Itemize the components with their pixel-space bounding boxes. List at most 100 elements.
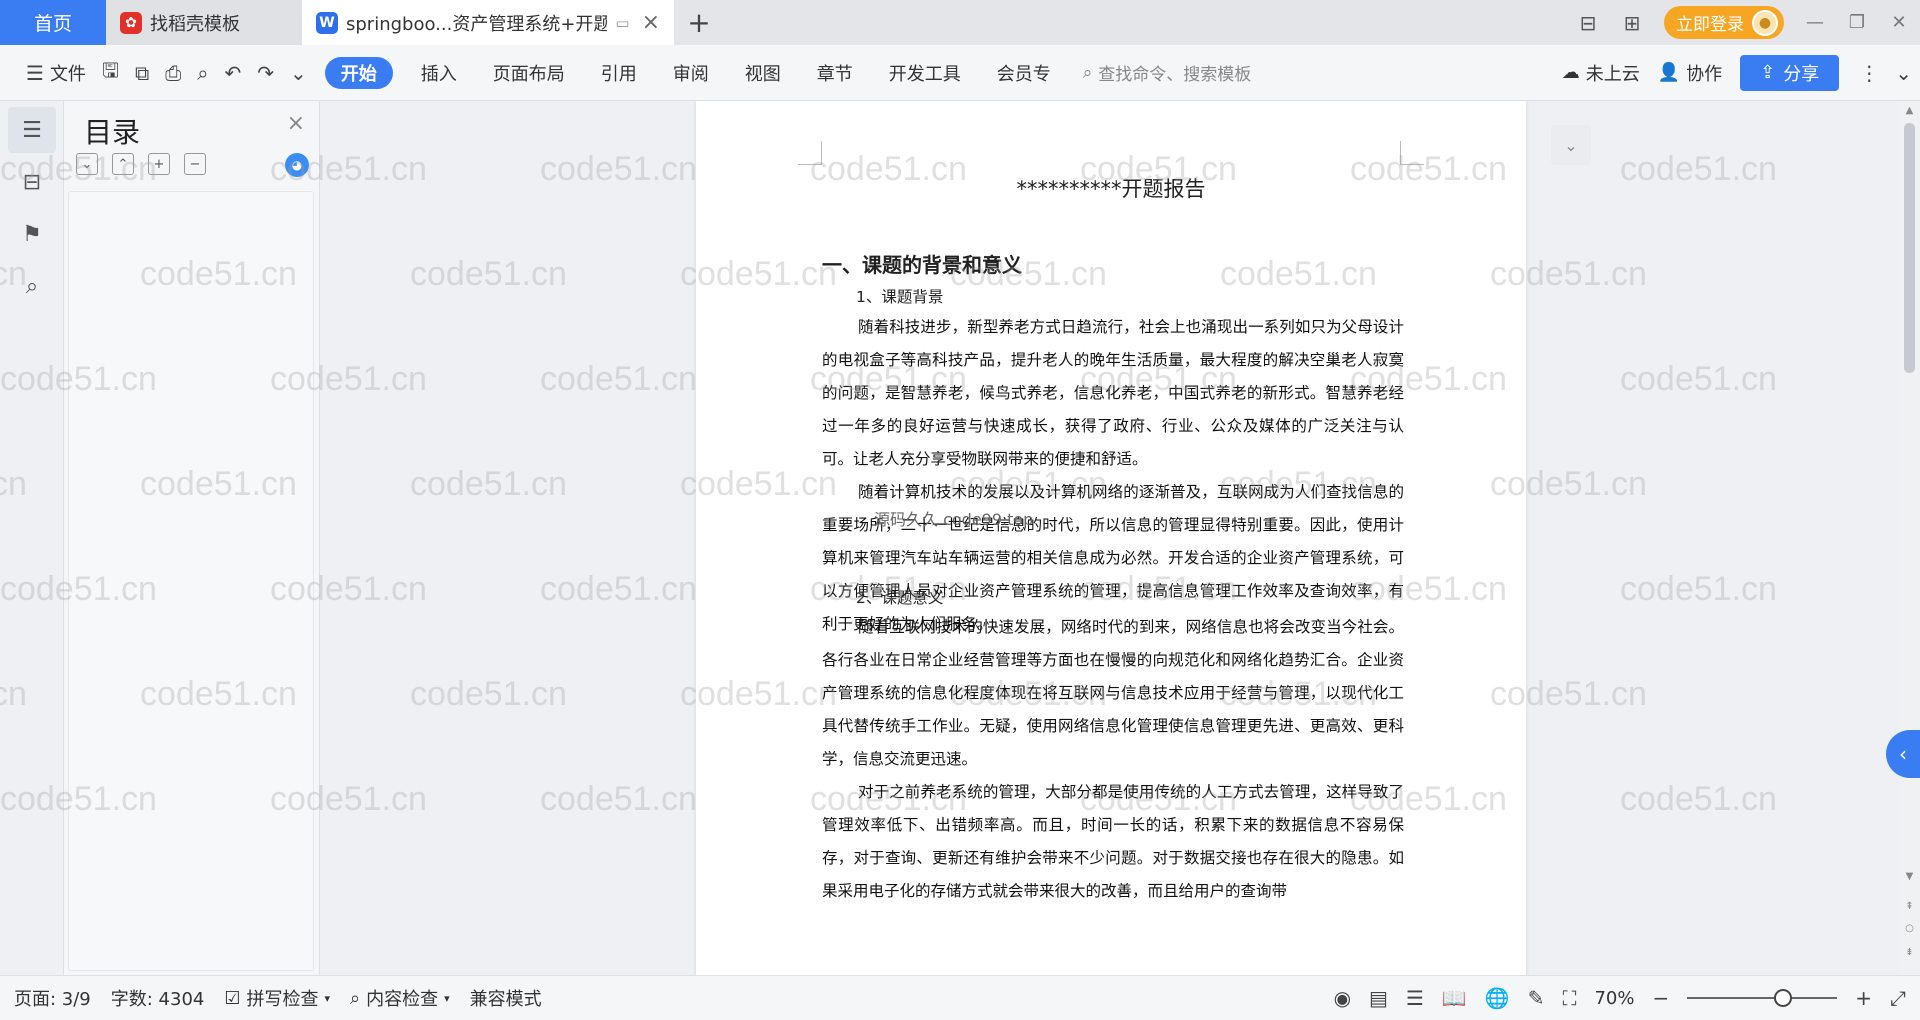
- subheading-background: 1、课题背景: [856, 288, 944, 306]
- section-icon: ⊟: [22, 169, 42, 195]
- collapse-ribbon-button[interactable]: ⌄: [1887, 55, 1920, 91]
- collaborate-label: 协作: [1686, 63, 1723, 85]
- eye-protect-icon[interactable]: ◉: [1334, 986, 1351, 1010]
- tab-review[interactable]: 审阅: [655, 57, 727, 89]
- write-mode-icon[interactable]: ✎: [1528, 986, 1545, 1010]
- status-bar: 页面: 3/9 字数: 4304 ☑ 拼写检查 ▾ ⌕ 内容检查 ▾ 兼容模式 …: [0, 975, 1920, 1020]
- page-indicator[interactable]: 页面: 3/9: [14, 985, 91, 1011]
- tab-close-icon[interactable]: ×: [642, 10, 660, 35]
- paragraph: 随着互联网技术的快速发展，网络时代的到来，网络信息也将会改变当今社会。各行各业在…: [822, 618, 1404, 768]
- plus-icon: +: [687, 6, 711, 39]
- spell-check-label: 拼写检查: [246, 989, 319, 1010]
- tab-insert[interactable]: 插入: [403, 57, 475, 89]
- compat-mode-label: 兼容模式: [469, 989, 542, 1010]
- add-heading-icon[interactable]: +: [148, 153, 170, 175]
- export-button[interactable]: ⧉: [127, 55, 157, 91]
- reading-view-icon[interactable]: 📖: [1442, 986, 1467, 1010]
- next-page-icon[interactable]: ⇟: [1899, 947, 1920, 958]
- restore-icon[interactable]: ❐: [1836, 0, 1878, 45]
- prev-page-icon[interactable]: ⇞: [1899, 901, 1920, 912]
- toc-panel-button[interactable]: ☰: [8, 107, 56, 153]
- command-search[interactable]: ⌕ 查找命令、搜索模板: [1082, 60, 1252, 86]
- collaborate-button[interactable]: 👤 协作: [1658, 60, 1722, 86]
- toc-controls: ⌄ ⌃ + −: [76, 153, 206, 175]
- document-page[interactable]: **********开题报告 一、课题的背景和意义 1、课题背景 随着科技进步，…: [696, 101, 1526, 975]
- collapse-icon[interactable]: ⌃: [112, 153, 134, 175]
- tab-developer[interactable]: 开发工具: [871, 57, 979, 89]
- more-menu-button[interactable]: ⋮: [1851, 55, 1887, 91]
- scroll-down-icon[interactable]: ▼: [1899, 871, 1920, 882]
- inline-watermark: 源码久久 code99.top: [874, 510, 1034, 529]
- web-view-icon[interactable]: 🌐: [1485, 986, 1510, 1010]
- login-button[interactable]: 立即登录 ●: [1664, 6, 1784, 39]
- tab-sections[interactable]: 章节: [799, 57, 871, 89]
- vertical-scrollbar[interactable]: ▲ ▼ ⇞ ○ ⇟: [1899, 101, 1920, 975]
- tab-template[interactable]: ✿ 找稻壳模板: [106, 0, 302, 45]
- spell-check-button[interactable]: ☑ 拼写检查 ▾: [224, 985, 330, 1011]
- expand-icon[interactable]: ⌄: [76, 153, 98, 175]
- save-icon: 🖫: [101, 57, 119, 82]
- select-browse-icon[interactable]: ○: [1899, 923, 1920, 934]
- file-menu-button[interactable]: ☰ 文件: [18, 55, 94, 91]
- zoom-out-icon[interactable]: −: [1652, 986, 1669, 1010]
- quick-access-dropdown[interactable]: ⌄: [282, 55, 315, 91]
- toc-title: 目录: [84, 116, 141, 149]
- tab-template-label: 找稻壳模板: [150, 13, 240, 35]
- tab-home[interactable]: 首页: [0, 0, 106, 45]
- navigation-button[interactable]: ⊟: [8, 159, 56, 205]
- zoom-in-icon[interactable]: +: [1855, 986, 1872, 1010]
- paragraph: 对于之前养老系统的管理，大部分都是使用传统的人工方式去管理，这样导致了管理效率低…: [822, 783, 1404, 900]
- zoom-slider[interactable]: [1687, 989, 1838, 1007]
- scroll-thumb[interactable]: [1904, 123, 1915, 373]
- ai-assistant-icon[interactable]: ◕: [285, 153, 309, 177]
- bookmark-button[interactable]: ⚑: [8, 211, 56, 257]
- scroll-up-icon[interactable]: ▲: [1899, 105, 1920, 116]
- remove-heading-icon[interactable]: −: [184, 153, 206, 175]
- tab-document[interactable]: W springboo...资产管理系统+开题 ▭ ×: [302, 0, 674, 45]
- zoom-slider-knob[interactable]: [1774, 989, 1793, 1007]
- close-window-icon[interactable]: ✕: [1878, 0, 1920, 45]
- find-button[interactable]: ⌕: [8, 263, 56, 309]
- print-preview-button[interactable]: ⌕: [189, 55, 216, 91]
- comment-icon: ⌄: [1564, 135, 1578, 155]
- cloud-status-label: 未上云: [1585, 63, 1640, 85]
- outline-view-icon[interactable]: ☰: [1406, 986, 1424, 1010]
- fit-page-icon[interactable]: ⛶: [1562, 986, 1576, 1010]
- tab-page-layout[interactable]: 页面布局: [475, 57, 583, 89]
- share-button[interactable]: ⇪ 分享: [1740, 54, 1840, 91]
- tab-bar: 首页 ✿ 找稻壳模板 W springboo...资产管理系统+开题 ▭ × +…: [0, 0, 1920, 45]
- tab-view[interactable]: 视图: [727, 57, 799, 89]
- toc-list: [68, 191, 314, 971]
- subheading-significance: 2、课题意义: [856, 589, 944, 607]
- undo-button[interactable]: ↶: [216, 55, 249, 91]
- page-indicator-label: 页面: 3/9: [14, 989, 91, 1010]
- cloud-status-button[interactable]: ☁ 未上云: [1562, 60, 1640, 86]
- tab-references[interactable]: 引用: [583, 57, 655, 89]
- print-button[interactable]: ⎙: [157, 55, 189, 91]
- search-icon: ⌕: [1082, 62, 1093, 83]
- redo-button[interactable]: ↷: [249, 55, 282, 91]
- minimize-icon[interactable]: —: [1794, 0, 1836, 45]
- word-count[interactable]: 字数: 4304: [111, 985, 205, 1011]
- close-icon[interactable]: ×: [287, 111, 305, 136]
- layout-toggle-icon[interactable]: ⊟: [1566, 0, 1610, 45]
- comment-toggle-button[interactable]: ⌄: [1551, 125, 1591, 165]
- page-view-icon[interactable]: ▤: [1369, 986, 1388, 1010]
- apps-grid-icon[interactable]: ⊞: [1610, 0, 1654, 45]
- tab-member[interactable]: 会员专: [979, 57, 1069, 89]
- zoom-level[interactable]: 70%: [1594, 988, 1634, 1009]
- fullscreen-icon[interactable]: ⤢: [1890, 986, 1906, 1010]
- new-tab-button[interactable]: +: [674, 0, 724, 45]
- tab-start[interactable]: 开始: [324, 56, 393, 89]
- chevron-left-icon: ‹: [1899, 742, 1907, 766]
- content-check-label: 内容检查: [366, 989, 439, 1010]
- chevron-down-icon: ▾: [444, 991, 450, 1005]
- command-search-placeholder: 查找命令、搜索模板: [1098, 65, 1252, 85]
- ribbon-toolbar: ☰ 文件 🖫 ⧉ ⎙ ⌕ ↶ ↷ ⌄ 开始 插入 页面布局 引用 审阅 视图 章…: [0, 45, 1920, 101]
- save-button[interactable]: 🖫: [94, 55, 127, 91]
- content-check-button[interactable]: ⌕ 内容检查 ▾: [350, 985, 450, 1011]
- user-plus-icon: 👤: [1657, 62, 1681, 83]
- view-controls: ◉ ▤ ☰ 📖 🌐 ✎ ⛶ 70% − + ⤢: [1334, 986, 1920, 1010]
- writer-logo-icon: W: [316, 11, 338, 34]
- share-icon: ⇪: [1760, 62, 1776, 83]
